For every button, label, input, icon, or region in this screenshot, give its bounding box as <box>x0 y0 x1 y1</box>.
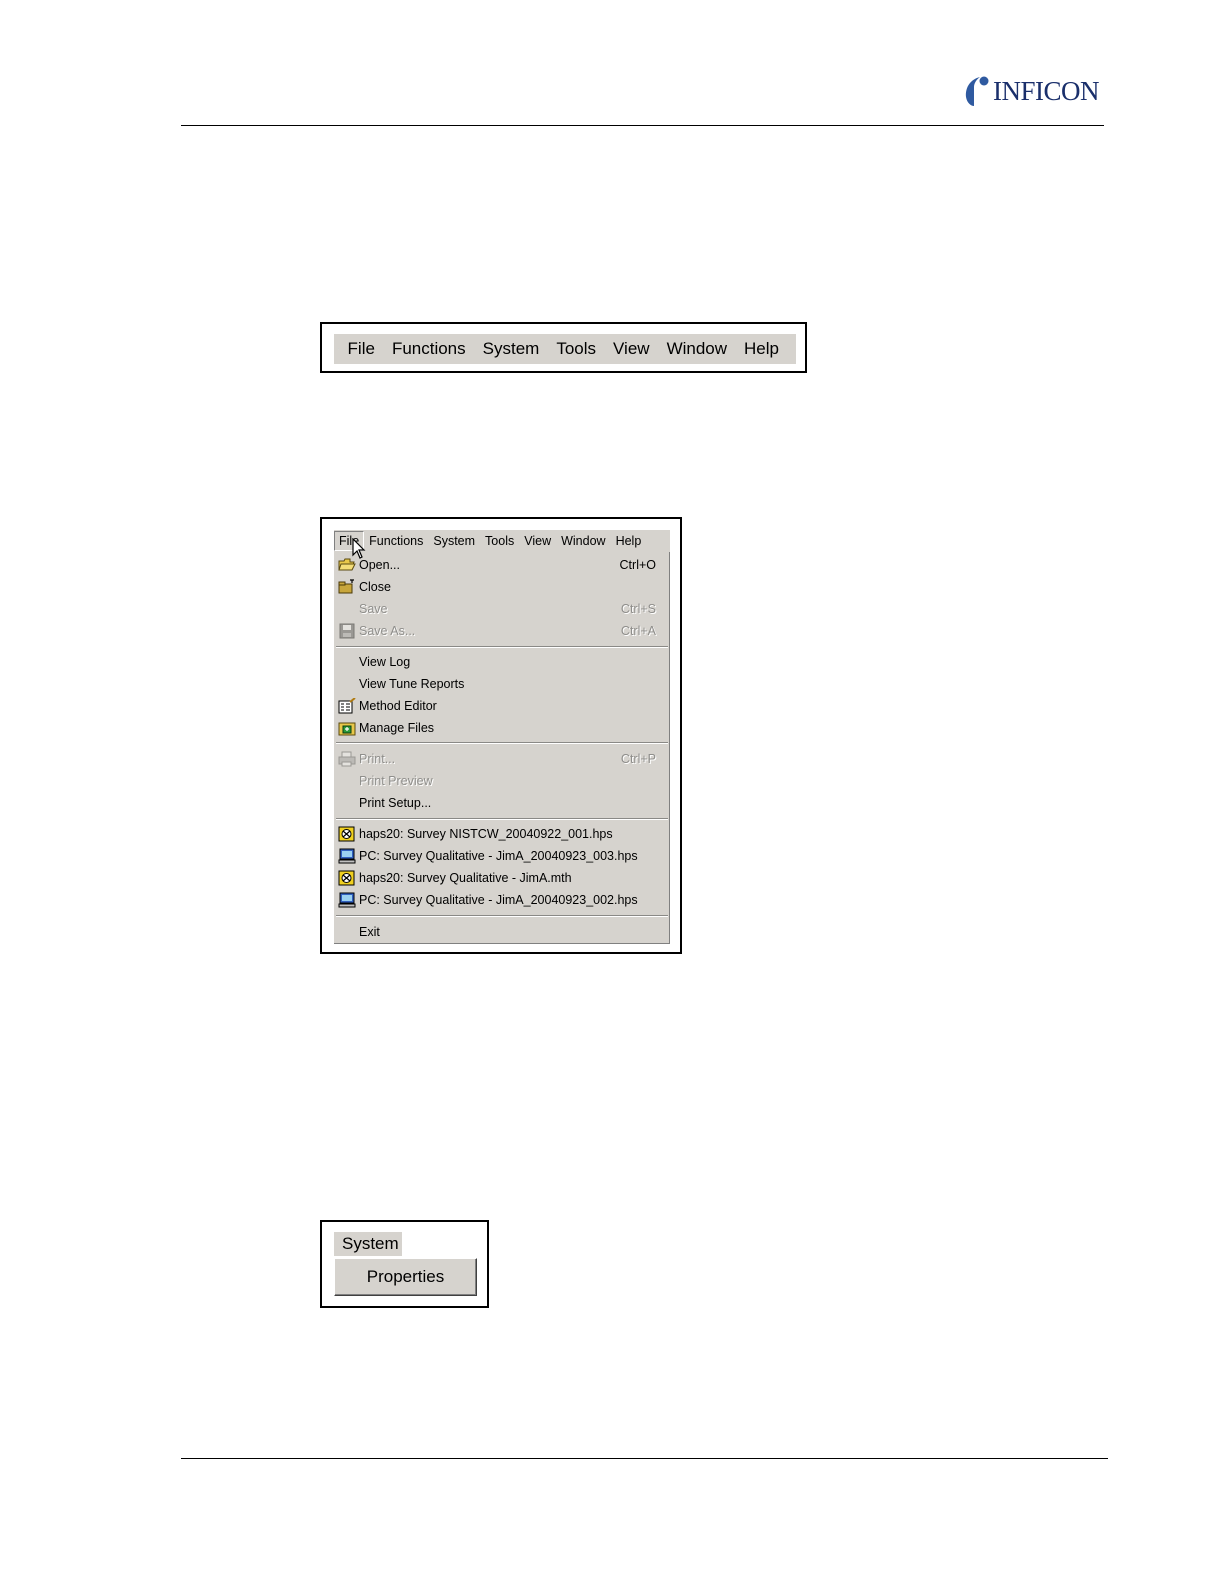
menu-tools[interactable]: Tools <box>556 339 596 359</box>
menu-item-shortcut: Ctrl+S <box>620 602 656 616</box>
inficon-logo: INFICON <box>964 74 1100 108</box>
menu-item-print[interactable]: Print... Ctrl+P <box>334 749 668 769</box>
menu-item-print-setup[interactable]: Print Setup... <box>334 793 668 813</box>
file-menu-figure: File Functions System Tools View Window … <box>320 517 682 954</box>
menu-item-save[interactable]: Save Ctrl+S <box>334 599 668 619</box>
menu-file[interactable]: File <box>348 339 375 359</box>
menu-system[interactable]: System <box>428 531 480 551</box>
menu-functions[interactable]: Functions <box>392 339 466 359</box>
footer-rule <box>181 1458 1108 1459</box>
pc-file-icon <box>338 848 356 864</box>
menu-help[interactable]: Help <box>744 339 779 359</box>
hapsite-file-icon <box>338 870 355 886</box>
menu-item-label: Print Preview <box>359 774 433 788</box>
menu-window[interactable]: Window <box>556 531 610 551</box>
floppy-disk-icon <box>339 623 355 639</box>
logo-text: INFICON <box>993 75 1100 106</box>
menu-item-label: Save <box>359 602 388 616</box>
close-folder-icon <box>338 579 354 594</box>
menu-item-method-editor[interactable]: Method Editor <box>334 696 668 716</box>
menu-item-label: Print Setup... <box>359 796 432 810</box>
header-rule <box>181 125 1104 126</box>
menu-item-shortcut: Ctrl+P <box>620 752 656 766</box>
menu-item-print-preview[interactable]: Print Preview <box>334 771 668 791</box>
menu-item-label: Open... <box>359 558 400 572</box>
menu-item-shortcut: Ctrl+O <box>619 558 656 572</box>
menu-item-label: Save As... <box>359 624 416 638</box>
properties-button[interactable]: Properties <box>334 1258 477 1296</box>
menu-view[interactable]: View <box>613 339 650 359</box>
menu-bar: File Functions System Tools View Window … <box>334 530 670 552</box>
menu-item-label: Exit <box>359 925 380 939</box>
menu-tools[interactable]: Tools <box>480 531 519 551</box>
menu-item-close[interactable]: Close <box>334 577 668 597</box>
hapsite-file-icon <box>338 826 355 842</box>
menu-item-label: Method Editor <box>359 699 437 713</box>
menu-item-recent-file-1[interactable]: haps20: Survey NISTCW_20040922_001.hps <box>334 824 668 844</box>
menu-item-shortcut: Ctrl+A <box>620 624 656 638</box>
menu-item-label: haps20: Survey Qualitative - JimA.mth <box>359 871 572 885</box>
menu-system[interactable]: System <box>483 339 540 359</box>
menu-bar: File Functions System Tools View Window … <box>334 334 796 364</box>
menu-item-view-log[interactable]: View Log <box>334 652 668 672</box>
menu-help[interactable]: Help <box>611 531 647 551</box>
menu-item-save-as[interactable]: Save As... Ctrl+A <box>334 621 668 641</box>
menu-item-exit[interactable]: Exit <box>334 922 668 942</box>
menu-system[interactable]: System <box>334 1232 402 1256</box>
menu-item-manage-files[interactable]: Manage Files <box>334 718 668 738</box>
menu-separator <box>336 818 668 820</box>
pc-file-icon <box>338 892 356 908</box>
mouse-cursor-icon <box>352 538 366 559</box>
menu-item-open[interactable]: Open... Ctrl+O <box>334 555 668 575</box>
menu-item-recent-file-4[interactable]: PC: Survey Qualitative - JimA_20040923_0… <box>334 890 668 910</box>
menu-bar-figure: File Functions System Tools View Window … <box>320 322 807 373</box>
menu-item-label: PC: Survey Qualitative - JimA_20040923_0… <box>359 849 638 863</box>
menu-item-label: View Tune Reports <box>359 677 465 691</box>
inficon-logo-mark-icon <box>965 76 989 106</box>
menu-item-label: Manage Files <box>359 721 435 735</box>
menu-item-label: Close <box>359 580 391 594</box>
printer-icon <box>338 751 356 767</box>
menu-functions[interactable]: Functions <box>364 531 428 551</box>
menu-item-view-tune-reports[interactable]: View Tune Reports <box>334 674 668 694</box>
menu-window[interactable]: Window <box>667 339 727 359</box>
menu-item-label: PC: Survey Qualitative - JimA_20040923_0… <box>359 893 638 907</box>
system-properties-figure: System Properties <box>320 1220 489 1308</box>
menu-item-recent-file-3[interactable]: haps20: Survey Qualitative - JimA.mth <box>334 868 668 888</box>
menu-separator <box>336 742 668 744</box>
menu-separator <box>336 646 668 648</box>
file-menu-dropdown: Open... Ctrl+O Close Save Ctrl+S Save As… <box>334 552 670 944</box>
menu-item-label: haps20: Survey NISTCW_20040922_001.hps <box>359 827 613 841</box>
menu-separator <box>336 915 668 917</box>
menu-item-recent-file-2[interactable]: PC: Survey Qualitative - JimA_20040923_0… <box>334 846 668 866</box>
application-icon[interactable] <box>338 336 339 362</box>
menu-item-label: View Log <box>359 655 411 669</box>
menu-item-label: Print... <box>359 752 396 766</box>
method-editor-icon <box>338 698 356 714</box>
menu-view[interactable]: View <box>519 531 556 551</box>
manage-files-icon <box>338 722 356 736</box>
